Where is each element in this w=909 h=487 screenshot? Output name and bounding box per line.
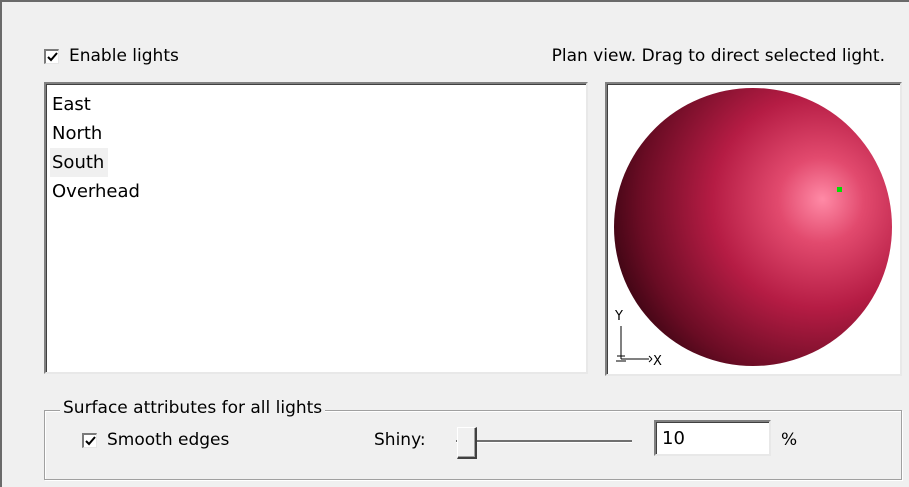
- smooth-edges-checkbox[interactable]: [82, 432, 97, 448]
- sphere: [614, 88, 892, 366]
- enable-lights-label: Enable lights: [69, 46, 179, 66]
- list-item-north[interactable]: North: [50, 119, 106, 148]
- smooth-edges-row[interactable]: Smooth edges: [82, 430, 229, 450]
- smooth-edges-label: Smooth edges: [107, 430, 230, 450]
- slider-thumb[interactable]: [457, 427, 477, 459]
- axis-y-label: Y: [614, 309, 623, 324]
- list-item-east[interactable]: East: [50, 90, 95, 119]
- slider-track[interactable]: [456, 440, 632, 443]
- plan-view-svg[interactable]: Y X: [607, 84, 900, 374]
- enable-lights-row[interactable]: Enable lights: [44, 46, 179, 66]
- checkmark-icon: [47, 51, 58, 61]
- axis-x-label: X: [653, 354, 662, 369]
- axis-indicator: [616, 326, 653, 363]
- list-item-overhead[interactable]: Overhead: [50, 177, 144, 206]
- enable-lights-checkbox[interactable]: [44, 48, 59, 64]
- plan-view-hint: Plan view. Drag to direct selected light…: [551, 46, 885, 66]
- percent-label: %: [781, 430, 798, 450]
- shiny-slider[interactable]: [448, 422, 638, 462]
- shiny-label: Shiny:: [374, 430, 426, 450]
- surface-attributes-title: Surface attributes for all lights: [60, 398, 326, 418]
- lights-listbox[interactable]: East North South Overhead: [44, 82, 588, 374]
- lights-dialog: Enable lights Plan view. Drag to direct …: [0, 0, 909, 487]
- list-item-south[interactable]: South: [50, 148, 109, 177]
- checkmark-icon: [85, 435, 96, 445]
- shiny-value-input[interactable]: [654, 420, 771, 456]
- light-direction-marker[interactable]: [837, 187, 842, 192]
- plan-view-canvas[interactable]: Y X: [605, 82, 902, 376]
